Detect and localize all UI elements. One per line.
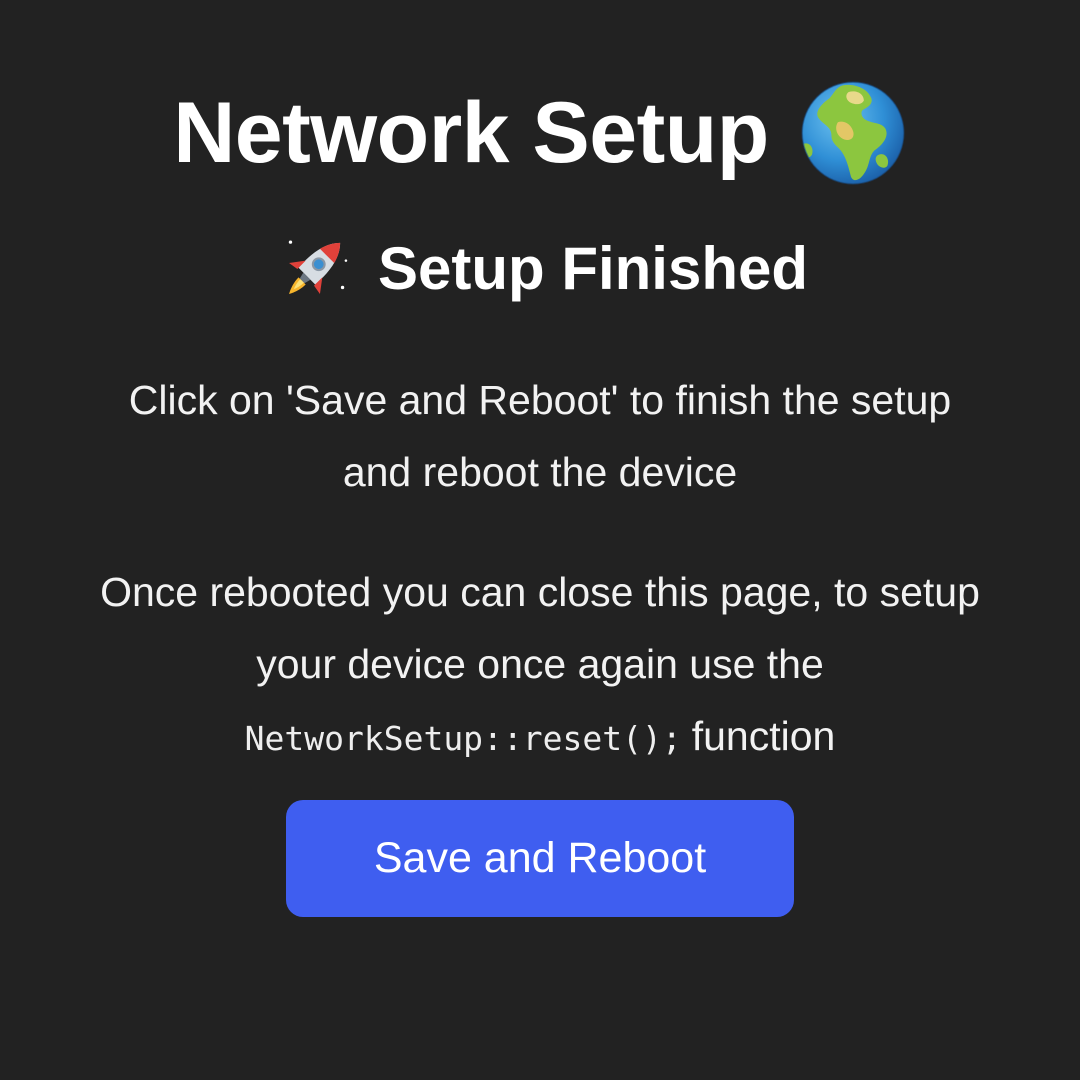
save-and-reboot-button[interactable]: Save and Reboot [286,800,794,917]
instruction-text: Click on 'Save and Reboot' to finish the… [0,364,1080,508]
rocket-icon [272,227,356,311]
status-heading-text: Setup Finished [377,235,809,302]
globe-icon [799,79,907,187]
reset-info-text: Once rebooted you can close this page, t… [0,556,1080,775]
page-title-text: Network Setup [173,85,769,181]
instruction-line: and reboot the device [342,449,738,495]
page-title: Network Setup [0,78,1080,188]
setup-page: Network Setup Setup Finished Click on 'S… [0,0,1080,1080]
info-line: NetworkSetup::reset(); function [0,700,1080,775]
info-suffix: function [691,713,836,759]
status-heading: Setup Finished [0,226,1080,312]
reset-function-code: NetworkSetup::reset(); [244,719,682,758]
info-line: Once rebooted you can close this page, t… [100,569,980,615]
instruction-line: Click on 'Save and Reboot' to finish the… [128,377,952,423]
info-line: your device once again use the [256,641,824,687]
